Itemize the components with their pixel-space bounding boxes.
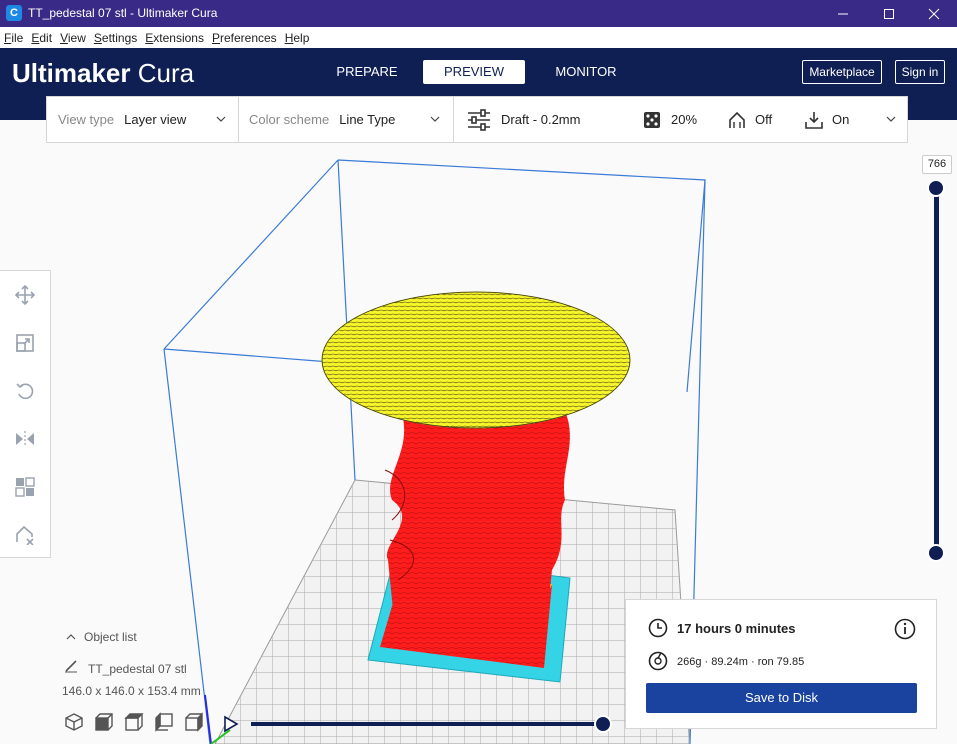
adhesion-icon [805, 111, 823, 129]
top-view-icon [124, 713, 144, 731]
play-simulation-button[interactable] [222, 715, 240, 733]
mirror-tool-button[interactable] [13, 427, 37, 451]
info-icon [894, 618, 916, 640]
play-icon [224, 715, 239, 733]
menu-edit[interactable]: Edit [27, 31, 56, 45]
print-settings-bar: View type Layer view Color scheme Line T… [46, 96, 908, 143]
chevron-down-icon [216, 116, 226, 122]
ultimaker-cura-logo: Ultimaker Cura [12, 58, 195, 88]
layer-slider-lower-handle[interactable] [927, 544, 945, 562]
sign-in-button[interactable]: Sign in [895, 60, 945, 84]
per-model-settings-button[interactable] [13, 475, 37, 499]
tab-preview[interactable]: PREVIEW [423, 60, 525, 84]
scale-tool-button[interactable] [13, 331, 37, 355]
move-icon [15, 285, 35, 305]
menu-view[interactable]: View [56, 31, 90, 45]
support-indicator[interactable]: Off [727, 97, 797, 142]
right-view-icon [185, 712, 203, 732]
chevron-up-icon [66, 634, 76, 640]
color-scheme-dropdown[interactable]: Color scheme Line Type [249, 97, 449, 142]
mirror-icon [16, 431, 34, 447]
menu-help[interactable]: Help [281, 31, 314, 45]
model-tools-toolbar [0, 270, 51, 558]
rotate-tool-button[interactable] [13, 379, 37, 403]
path-slider-track[interactable] [251, 722, 603, 726]
infill-icon [644, 111, 660, 128]
save-to-disk-button[interactable]: Save to Disk [646, 683, 917, 713]
close-icon [928, 8, 940, 19]
menu-preferences[interactable]: Preferences [208, 31, 281, 45]
window-title: TT_pedestal 07 stl - Ultimaker Cura [28, 6, 218, 20]
model-top-plate [321, 291, 631, 429]
minimize-button[interactable] [820, 0, 866, 27]
path-slider-handle[interactable] [594, 715, 612, 733]
layer-slider-upper-handle[interactable] [927, 179, 945, 197]
view-right-button[interactable] [182, 710, 206, 734]
view-3d-button[interactable] [62, 710, 86, 734]
cura-app-icon: C [6, 5, 22, 21]
window-title-bar: C TT_pedestal 07 stl - Ultimaker Cura [0, 0, 957, 27]
chevron-down-icon [886, 116, 896, 122]
scale-icon [16, 334, 34, 352]
layer-slider-track[interactable] [934, 188, 939, 554]
infill-indicator[interactable]: 20% [643, 97, 713, 142]
pencil-icon [65, 660, 77, 673]
view-left-button[interactable] [152, 710, 176, 734]
menu-file[interactable]: File [0, 31, 27, 45]
maximize-icon [884, 8, 894, 19]
print-information-panel: 17 hours 0 minutes 266g · 89.24m · ron 7… [625, 599, 937, 729]
support-blocker-icon [16, 525, 34, 545]
object-name-row[interactable]: TT_pedestal 07 stl [56, 659, 187, 676]
print-details-button[interactable] [894, 618, 916, 640]
chevron-down-icon [430, 116, 440, 122]
support-icon [729, 111, 745, 128]
move-tool-button[interactable] [13, 283, 37, 307]
tab-prepare[interactable]: PREPARE [333, 60, 401, 84]
front-view-icon [95, 713, 113, 731]
sliders-icon [468, 108, 490, 131]
view-front-button[interactable] [92, 710, 116, 734]
minimize-icon [838, 13, 848, 14]
filament-spool-icon [648, 651, 668, 671]
rotate-icon [16, 383, 34, 400]
menu-bar: File Edit View Settings Extensions Prefe… [0, 27, 957, 48]
adhesion-indicator[interactable]: On [804, 97, 904, 142]
3d-view-icon [65, 713, 83, 731]
view-top-button[interactable] [122, 710, 146, 734]
object-list-toggle[interactable]: Object list [56, 630, 137, 644]
material-estimate: 266g · 89.24m · ron 79.85 [677, 656, 805, 668]
close-button[interactable] [911, 0, 957, 27]
per-model-settings-icon [15, 477, 35, 497]
clock-icon [648, 618, 668, 638]
tab-monitor[interactable]: MONITOR [548, 60, 624, 84]
marketplace-button[interactable]: Marketplace [802, 60, 882, 84]
left-view-icon [155, 712, 173, 732]
menu-settings[interactable]: Settings [90, 31, 141, 45]
layer-number-input[interactable]: 766 [922, 155, 952, 174]
profile-value: Draft - 0.2mm [501, 112, 581, 127]
view-type-dropdown[interactable]: View type Layer view [58, 97, 238, 142]
menu-extensions[interactable]: Extensions [141, 31, 208, 45]
maximize-button[interactable] [866, 0, 912, 27]
print-time: 17 hours 0 minutes [677, 621, 796, 636]
support-blocker-button[interactable] [13, 523, 37, 547]
object-dimensions: 146.0 x 146.0 x 153.4 mm [62, 684, 201, 698]
